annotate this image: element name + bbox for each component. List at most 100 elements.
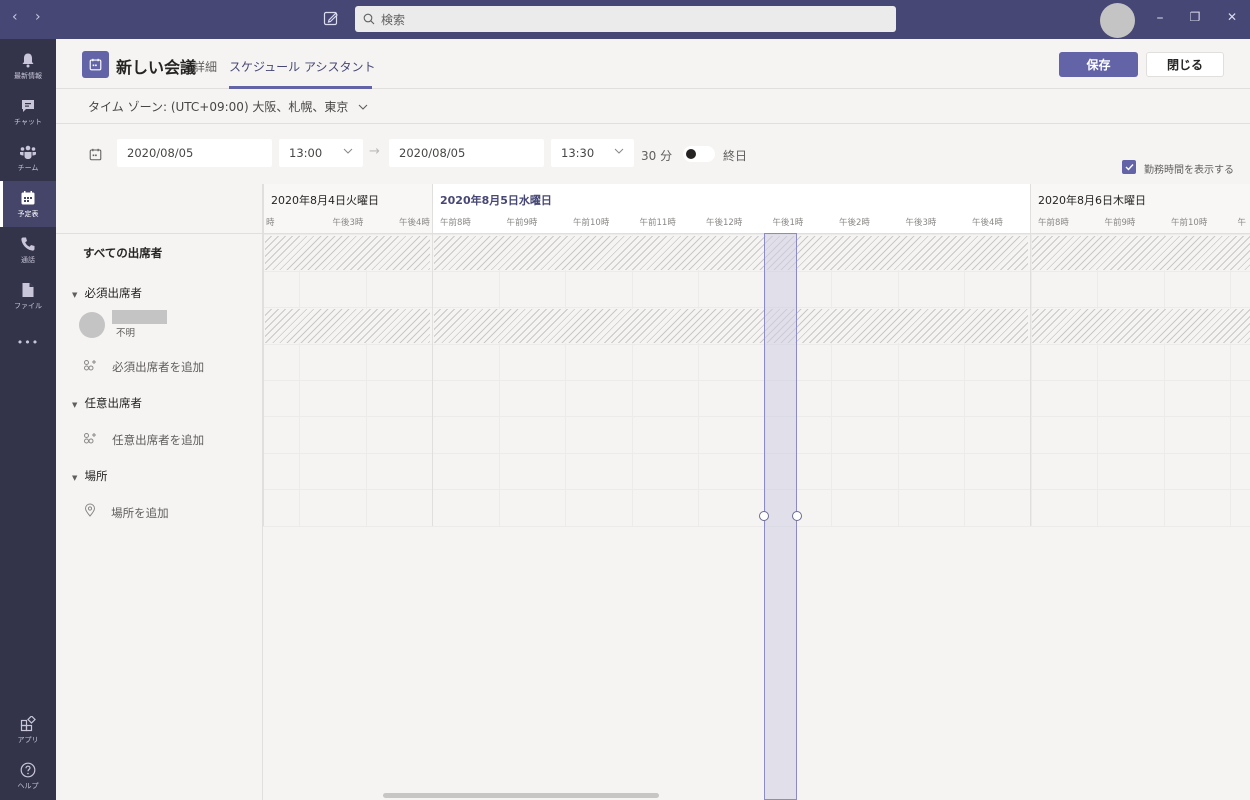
rail-item-calls[interactable]: 通話 bbox=[0, 227, 56, 273]
hour-label: 午後3時 bbox=[332, 218, 364, 228]
location-section-label: 場所 bbox=[84, 469, 108, 483]
schedule-grid[interactable]: 2020年8月4日火曜日時 午後3時 午後4時 2020年8月5日水曜日 午前8時 午前9… bbox=[263, 184, 1250, 800]
tab-scheduling-assistant[interactable]: スケジュール アシスタント bbox=[229, 58, 376, 75]
hour-label: 午前10時 bbox=[573, 218, 610, 228]
hour-label: 午前8時 bbox=[1038, 218, 1069, 228]
hour-label: 午前10時 bbox=[1171, 218, 1208, 228]
horizontal-scrollbar[interactable] bbox=[383, 793, 659, 798]
timezone-label: タイム ゾーン: (UTC+09:00) 大阪、札幌、東京 bbox=[88, 100, 349, 114]
timezone-selector[interactable]: タイム ゾーン: (UTC+09:00) 大阪、札幌、東京 bbox=[88, 98, 368, 115]
location-pin-icon bbox=[84, 503, 96, 517]
rail-item-chat[interactable]: チャット bbox=[0, 89, 56, 135]
busy-unknown-block bbox=[265, 236, 430, 270]
day-column: 2020年8月6日木曜日 午前8時 午前9時 午前10時 午 bbox=[1030, 184, 1250, 526]
caret-down-icon: ▼ bbox=[72, 474, 78, 482]
meeting-header: 新しい会議 詳細 スケジュール アシスタント 保存 閉じる bbox=[56, 39, 1250, 89]
start-date-value: 2020/08/05 bbox=[127, 146, 194, 160]
hour-label: 午前11時 bbox=[639, 218, 676, 228]
day-column: 2020年8月5日水曜日 午前8時 午前9時 午前10時 午前11時 午後12時 午後1時 午… bbox=[432, 184, 1031, 526]
chevron-down-icon bbox=[343, 148, 353, 154]
divider bbox=[56, 123, 1250, 124]
required-section-toggle[interactable]: ▼ 必須出席者 bbox=[72, 282, 142, 301]
rail-item-teams[interactable]: チーム bbox=[0, 135, 56, 181]
search-input[interactable]: 検索 bbox=[355, 6, 896, 32]
location-section-toggle[interactable]: ▼ 場所 bbox=[72, 465, 107, 484]
all-attendees-label: すべての出席者 bbox=[83, 246, 163, 260]
rail-item-calendar[interactable]: 予定表 bbox=[0, 181, 56, 227]
end-time-select[interactable]: 13:30 bbox=[551, 139, 634, 167]
row-gridline bbox=[263, 526, 1250, 527]
back-icon[interactable]: ‹ bbox=[12, 9, 18, 25]
start-time-select[interactable]: 13:00 bbox=[279, 139, 363, 167]
busy-unknown-block bbox=[434, 309, 1028, 343]
working-hours-checkbox[interactable] bbox=[1122, 160, 1136, 174]
hour-label: 午後2時 bbox=[839, 218, 870, 228]
calendar-icon bbox=[21, 190, 35, 204]
rail-label: ヘルプ bbox=[17, 781, 39, 790]
save-button[interactable]: 保存 bbox=[1059, 52, 1138, 77]
hour-label: 午前8時 bbox=[440, 218, 471, 228]
hour-label: 午後4時 bbox=[399, 218, 430, 228]
caret-down-icon: ▼ bbox=[72, 401, 78, 409]
rail-item-help[interactable]: ヘルプ bbox=[0, 753, 56, 799]
bell-icon bbox=[22, 53, 34, 67]
help-icon bbox=[20, 762, 36, 777]
phone-icon bbox=[21, 237, 35, 251]
start-time-value: 13:00 bbox=[289, 146, 323, 160]
day-title: 2020年8月5日水曜日 bbox=[440, 194, 552, 207]
close-window-button[interactable]: ✕ bbox=[1222, 10, 1242, 24]
rail-item-activity[interactable]: 最新情報 bbox=[0, 43, 56, 89]
search-icon bbox=[363, 13, 375, 25]
toggle-knob bbox=[686, 149, 696, 159]
optional-section-label: 任意出席者 bbox=[84, 396, 142, 410]
attendee-name-redacted bbox=[112, 310, 167, 324]
rail-item-apps[interactable]: アプリ bbox=[0, 707, 56, 753]
hour-label: 時 bbox=[266, 218, 275, 228]
rail-label: 最新情報 bbox=[14, 71, 42, 80]
add-location-button[interactable]: 場所を追加 bbox=[84, 502, 169, 521]
hour-label: 午後4時 bbox=[972, 218, 1003, 228]
add-optional-label: 任意出席者を追加 bbox=[112, 433, 205, 447]
optional-section-toggle[interactable]: ▼ 任意出席者 bbox=[72, 392, 142, 411]
required-section-label: 必須出席者 bbox=[84, 286, 142, 300]
rail-label: アプリ bbox=[17, 735, 39, 744]
page-title: 新しい会議 bbox=[116, 58, 197, 77]
rail-label: チーム bbox=[17, 163, 39, 172]
end-date-field[interactable]: 2020/08/05 bbox=[389, 139, 544, 167]
hour-label: 午後12時 bbox=[706, 218, 743, 228]
meeting-editor: 新しい会議 詳細 スケジュール アシスタント 保存 閉じる タイム ゾーン: (… bbox=[56, 39, 1250, 800]
forward-icon[interactable]: › bbox=[35, 9, 41, 25]
chevron-down-icon bbox=[358, 104, 368, 110]
add-person-icon bbox=[84, 433, 96, 444]
compose-icon[interactable] bbox=[323, 10, 341, 28]
all-day-toggle[interactable] bbox=[683, 146, 715, 162]
attendee-status: 不明 bbox=[116, 328, 136, 339]
busy-unknown-block bbox=[1032, 236, 1250, 270]
resize-handle-left[interactable] bbox=[759, 511, 769, 521]
minimize-button[interactable]: – bbox=[1150, 10, 1170, 26]
more-icon: ••• bbox=[16, 335, 40, 349]
file-icon bbox=[22, 282, 34, 297]
start-date-field[interactable]: 2020/08/05 bbox=[117, 139, 272, 167]
hour-label: 午 bbox=[1237, 218, 1247, 228]
add-required-button[interactable]: 必須出席者を追加 bbox=[83, 356, 204, 375]
rail-item-files[interactable]: ファイル bbox=[0, 273, 56, 319]
resize-handle-right[interactable] bbox=[792, 511, 802, 521]
rail-item-more[interactable]: ••• bbox=[0, 319, 56, 365]
end-time-value: 13:30 bbox=[561, 146, 595, 160]
apps-icon bbox=[20, 715, 36, 731]
attendee-avatar bbox=[79, 312, 105, 338]
rail-label: 予定表 bbox=[17, 209, 39, 218]
duration-label: 30 分 bbox=[641, 149, 673, 163]
maximize-button[interactable]: ❐ bbox=[1185, 10, 1205, 24]
user-avatar[interactable] bbox=[1100, 3, 1135, 38]
tab-details[interactable]: 詳細 bbox=[193, 58, 217, 75]
add-optional-button[interactable]: 任意出席者を追加 bbox=[83, 429, 204, 448]
close-button[interactable]: 閉じる bbox=[1146, 52, 1224, 77]
chat-icon bbox=[22, 99, 34, 112]
caret-down-icon: ▼ bbox=[72, 291, 78, 299]
add-required-label: 必須出席者を追加 bbox=[112, 360, 205, 374]
attendee-panel-header bbox=[56, 184, 263, 234]
day-header: 2020年8月6日木曜日 午前8時 午前9時 午前10時 午 bbox=[1031, 184, 1250, 234]
busy-unknown-block bbox=[265, 309, 430, 343]
